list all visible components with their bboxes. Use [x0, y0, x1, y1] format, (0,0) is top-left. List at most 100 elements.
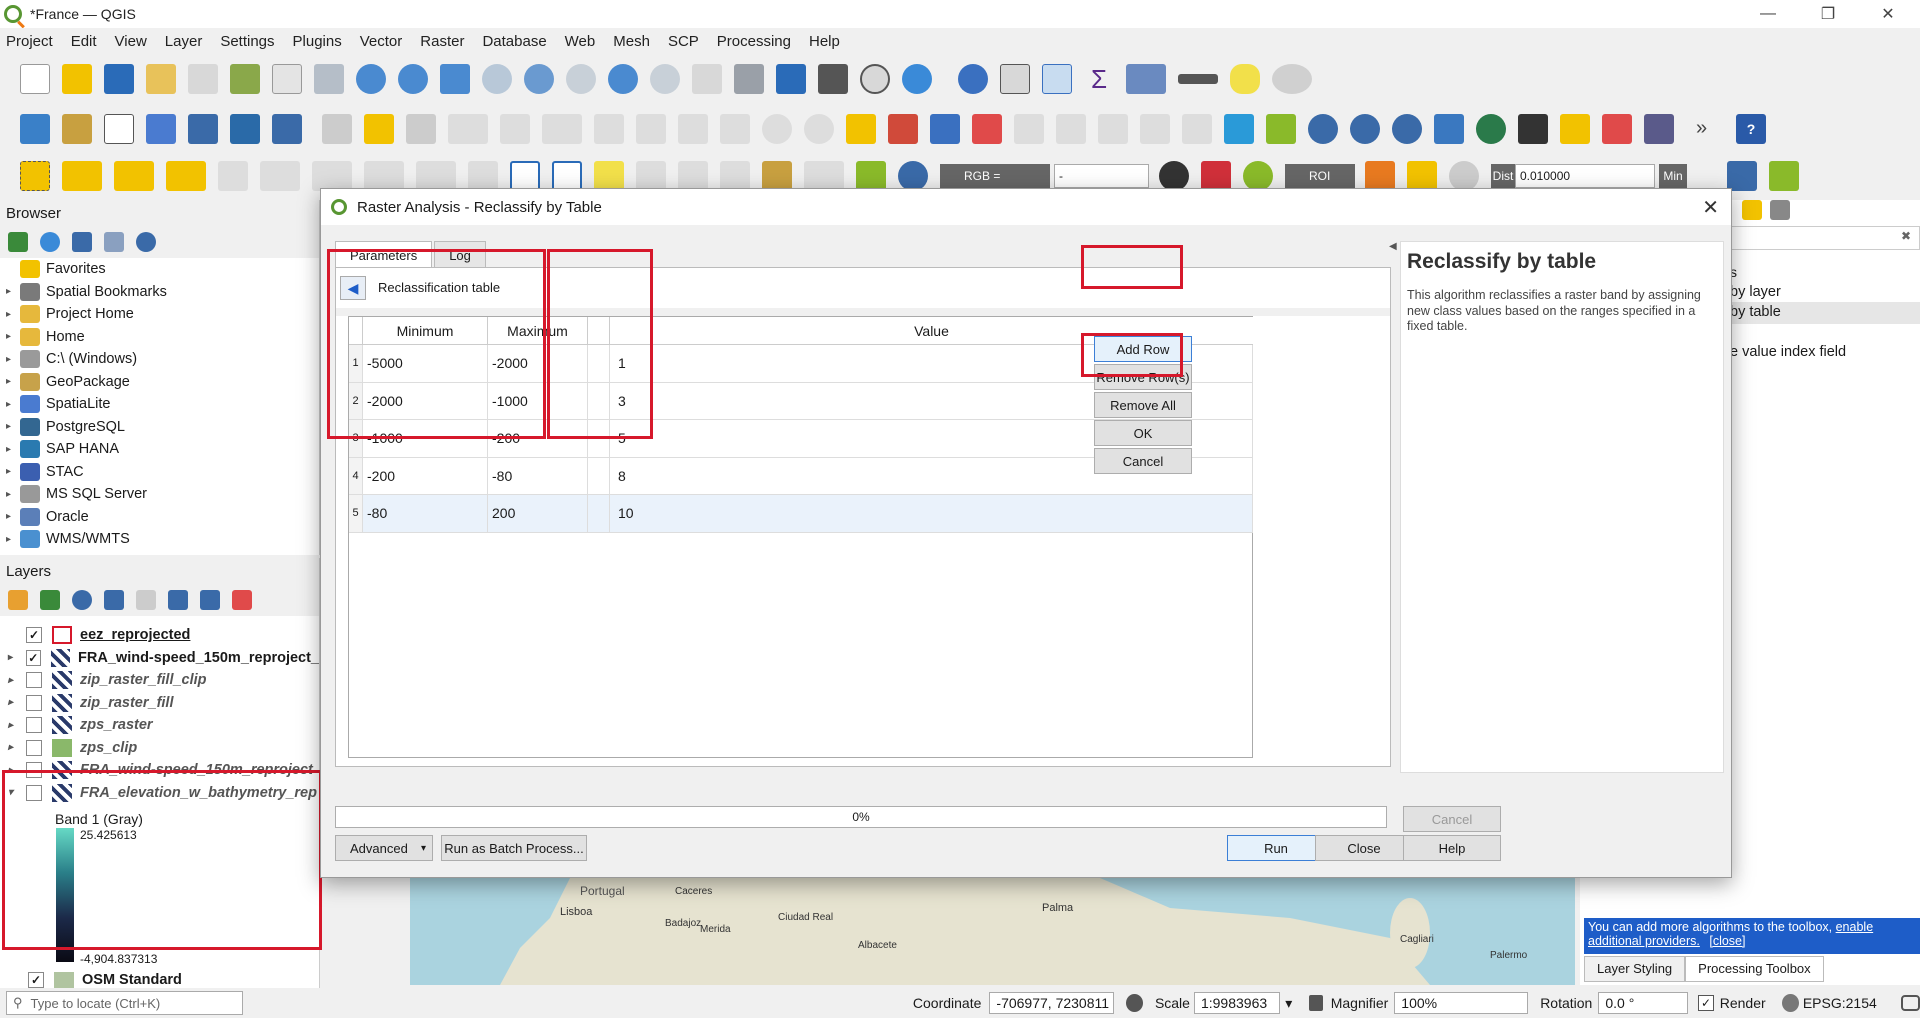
cell-maximum[interactable]: -80 — [488, 457, 588, 494]
toolbox-item-by-layer[interactable]: by layer — [1730, 284, 1781, 300]
collapse-all-layers-icon[interactable] — [200, 590, 220, 610]
expand-all-icon[interactable] — [168, 590, 188, 610]
menu-database[interactable]: Database — [482, 33, 546, 50]
add-wms-layer-icon[interactable] — [188, 114, 218, 144]
properties-icon[interactable] — [136, 232, 156, 252]
manage-visibility-icon[interactable] — [72, 590, 92, 610]
browser-item-project-home[interactable]: ▸ Project Home — [0, 303, 319, 326]
map-canvas[interactable]: Portugal Lisboa Caceres Badajoz Merida C… — [410, 878, 1575, 985]
layer-row[interactable]: ▸ zps_clip — [0, 737, 319, 760]
scp-globe3-icon[interactable] — [1392, 114, 1422, 144]
browser-item-geopackage[interactable]: ▸ GeoPackage — [0, 371, 319, 394]
layer-diagram-icon[interactable] — [888, 114, 918, 144]
osm-layer-row[interactable]: ✓ OSM Standard — [10, 970, 182, 990]
layer-visibility-checkbox[interactable]: ✓ — [26, 627, 42, 644]
layer-row[interactable]: ✓ eez_reprojected — [0, 624, 319, 647]
layer-visibility-checkbox[interactable]: ✓ — [25, 649, 41, 666]
layout-manager-icon[interactable] — [188, 64, 218, 94]
expand-arrow-icon[interactable]: ▸ — [6, 489, 20, 500]
dist-spinbox[interactable]: 0.010000 — [1515, 164, 1655, 188]
scp-cursor-icon[interactable] — [1224, 114, 1254, 144]
scp-region-grow-icon[interactable] — [1449, 161, 1479, 191]
dialog-close-icon[interactable]: ✕ — [1702, 195, 1719, 220]
layer-row[interactable]: ▸ ✓ FRA_wind-speed_150m_reproject_ — [0, 647, 319, 670]
zoom-native-icon[interactable] — [566, 64, 596, 94]
measure-line-icon[interactable] — [1178, 74, 1218, 84]
scp-globe2-icon[interactable] — [1350, 114, 1380, 144]
change-label-icon[interactable] — [1140, 114, 1170, 144]
browser-item-stac[interactable]: ▸ STAC — [0, 461, 319, 484]
label-properties-icon[interactable] — [1182, 114, 1212, 144]
browser-item-oracle[interactable]: ▸ Oracle — [0, 506, 319, 529]
scp-globe-icon[interactable] — [1308, 114, 1338, 144]
lock-scale-icon[interactable] — [1309, 995, 1323, 1011]
remove-all-button[interactable]: Remove All — [1094, 392, 1192, 418]
scp-band-calc-icon[interactable] — [856, 161, 886, 191]
new-print-layout-icon[interactable] — [146, 64, 176, 94]
save-edits-icon[interactable] — [406, 114, 436, 144]
toolbox-options-icon[interactable] — [1770, 200, 1790, 220]
scale-field[interactable]: 1:9983963 — [1193, 992, 1281, 1014]
reshape-tool-icon[interactable] — [364, 161, 404, 191]
browser-item-c-windows[interactable]: ▸ C:\ (Windows) — [0, 348, 319, 371]
layer-row[interactable]: ▸ zip_raster_fill — [0, 692, 319, 715]
form-annotation-icon[interactable] — [720, 161, 750, 191]
settings-plugin-icon[interactable] — [1644, 114, 1674, 144]
line-annotation-icon[interactable] — [552, 161, 582, 191]
browser-item-favorites[interactable]: Favorites — [0, 258, 319, 281]
remove-layer-icon[interactable] — [232, 590, 252, 610]
filter-expression-icon[interactable] — [136, 590, 156, 610]
browser-item-sap-hana[interactable]: ▸ SAP HANA — [0, 438, 319, 461]
select-by-location-icon[interactable] — [166, 161, 206, 191]
crs-globe-icon[interactable] — [1781, 994, 1799, 1012]
menu-mesh[interactable]: Mesh — [613, 33, 650, 50]
add-mesh-layer-icon[interactable] — [272, 114, 302, 144]
advanced-button[interactable]: Advanced ▾ — [335, 835, 433, 861]
menu-help[interactable]: Help — [809, 33, 840, 50]
select-tools-icon[interactable] — [1272, 64, 1312, 94]
scale-dropdown-icon[interactable]: ▾ — [1280, 995, 1297, 1012]
rotation-field[interactable]: 0.0 ° — [1598, 992, 1689, 1014]
new-project-icon[interactable] — [20, 64, 50, 94]
scp-stretch-icon[interactable] — [1201, 161, 1231, 191]
collapse-help-icon[interactable]: ◀ — [1389, 241, 1397, 252]
data-source-manager-icon[interactable] — [20, 114, 50, 144]
style-manager-icon[interactable] — [230, 64, 260, 94]
expand-arrow-icon[interactable]: ▸ — [6, 331, 20, 342]
statistical-summary-icon[interactable]: Σ — [1084, 64, 1114, 94]
select-features-icon[interactable] — [20, 161, 50, 191]
layer-visibility-checkbox[interactable] — [26, 739, 42, 756]
help-icon[interactable]: ? — [1736, 114, 1766, 144]
identify-features-icon[interactable] — [958, 64, 988, 94]
help-button[interactable]: Help — [1403, 835, 1501, 861]
toolbox-settings-icon[interactable] — [1742, 200, 1762, 220]
show-hide-labels-icon[interactable] — [1014, 114, 1044, 144]
expand-arrow-icon[interactable]: ▸ — [6, 534, 20, 545]
map-tips-icon[interactable] — [1230, 64, 1260, 94]
expand-arrow-icon[interactable]: ▸ — [6, 309, 20, 320]
menu-project[interactable]: Project — [6, 33, 53, 50]
toggle-editing-icon[interactable] — [364, 114, 394, 144]
menu-view[interactable]: View — [115, 33, 147, 50]
save-project-icon[interactable] — [104, 64, 134, 94]
label-tool-icon[interactable] — [846, 114, 876, 144]
expand-arrow-icon[interactable]: ▸ — [6, 286, 20, 297]
layer-visibility-checkbox[interactable] — [26, 672, 42, 689]
new-3d-map-view-icon[interactable] — [734, 64, 764, 94]
osm-checkbox[interactable]: ✓ — [28, 972, 44, 988]
new-map-view-icon[interactable] — [692, 64, 722, 94]
add-spatialite-icon[interactable] — [146, 114, 176, 144]
zoom-out-icon[interactable] — [398, 64, 428, 94]
cell-maximum[interactable]: 200 — [488, 495, 588, 532]
expand-arrow-icon[interactable]: ▸ — [8, 720, 18, 731]
zoom-to-layer-icon[interactable] — [524, 64, 554, 94]
close-button[interactable]: Close — [1315, 835, 1413, 861]
tab-layer-styling[interactable]: Layer Styling — [1584, 956, 1686, 982]
menu-raster[interactable]: Raster — [420, 33, 464, 50]
add-vector-layer-icon[interactable] — [104, 114, 134, 144]
shape-tool-icon[interactable] — [260, 161, 300, 191]
expand-arrow-icon[interactable]: ▸ — [6, 354, 20, 365]
menu-layer[interactable]: Layer — [165, 33, 203, 50]
zoom-to-selection-icon[interactable] — [482, 64, 512, 94]
layer-row[interactable]: ▸ zip_raster_fill_clip — [0, 669, 319, 692]
